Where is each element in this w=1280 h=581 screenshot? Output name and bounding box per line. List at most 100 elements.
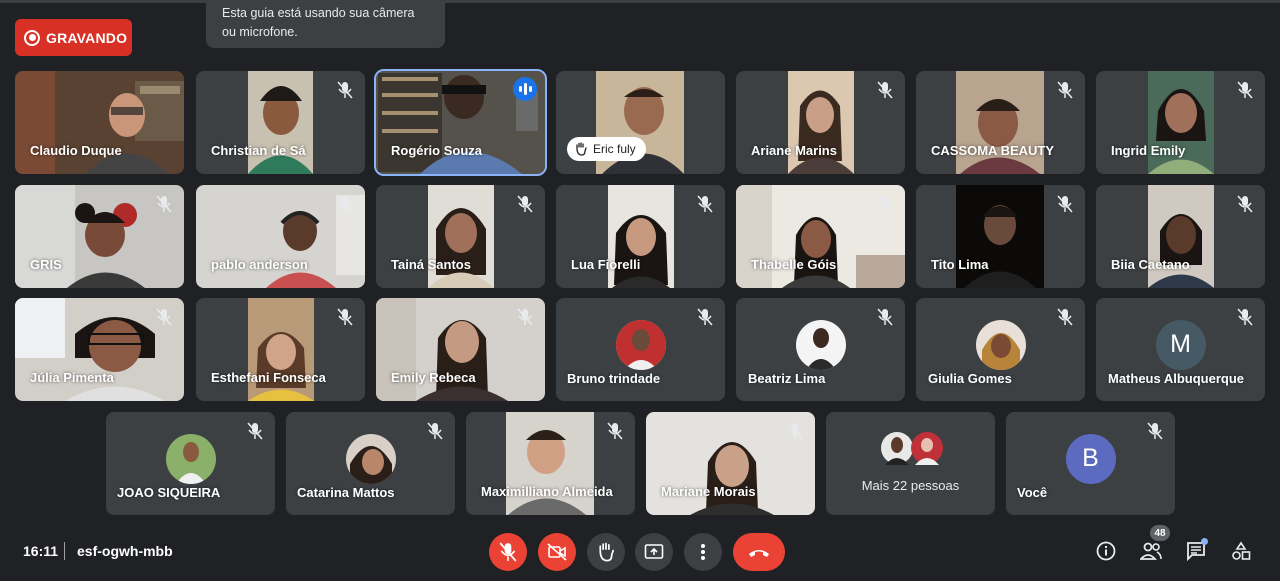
camera-off-icon: [547, 543, 567, 561]
mic-off-icon: [1057, 81, 1073, 99]
mic-off-icon: [607, 422, 623, 440]
participant-name: Beatriz Lima: [748, 371, 826, 386]
present-now-button[interactable]: [635, 533, 673, 571]
recording-indicator[interactable]: GRAVANDO: [15, 19, 132, 56]
participant-tile[interactable]: Emily Rebeca: [376, 298, 545, 401]
participant-tile[interactable]: Christian de Sá: [196, 71, 365, 174]
camera-in-use-toast: Esta guia está usando sua câmera ou micr…: [206, 0, 445, 48]
mic-off-icon: [697, 195, 713, 213]
participant-tile[interactable]: Maximilliano Almeida: [466, 412, 635, 515]
participant-tile[interactable]: Beatriz Lima: [736, 298, 905, 401]
mic-off-icon: [156, 308, 172, 326]
leave-call-button[interactable]: [733, 533, 785, 571]
mic-off-icon: [877, 81, 893, 99]
participant-tile[interactable]: Ingrid Emily: [1096, 71, 1265, 174]
show-everyone-button[interactable]: [1139, 539, 1163, 563]
participant-name: Giulia Gomes: [928, 371, 1012, 386]
video-feed: [1148, 185, 1214, 288]
participant-tile[interactable]: JOAO SIQUEIRA: [106, 412, 275, 515]
mic-off-icon: [499, 542, 517, 562]
participant-tile[interactable]: pablo anderson: [196, 185, 365, 288]
participant-tile-self[interactable]: B Você: [1006, 412, 1175, 515]
participant-tile[interactable]: Biia Caetano: [1096, 185, 1265, 288]
participants-count-badge: 48: [1150, 525, 1170, 541]
divider: [64, 542, 65, 560]
more-options-icon: [701, 544, 705, 560]
mic-off-icon: [877, 308, 893, 326]
participant-tile[interactable]: Catarina Mattos: [286, 412, 455, 515]
more-participants-tile[interactable]: Mais 22 pessoas: [826, 412, 995, 515]
video-feed: [248, 298, 314, 401]
participant-tile[interactable]: Giulia Gomes: [916, 298, 1085, 401]
mic-off-icon: [517, 308, 533, 326]
raised-hand-chip: Eric fuly: [567, 137, 646, 161]
participant-tile[interactable]: M Matheus Albuquerque: [1096, 298, 1265, 401]
participant-name: Christian de Sá: [211, 143, 306, 158]
participant-tile[interactable]: Bruno trindade: [556, 298, 725, 401]
participant-tile[interactable]: Claudio Duque: [15, 71, 184, 174]
video-feed: [956, 71, 1044, 174]
mic-off-icon: [337, 195, 353, 213]
participant-tile[interactable]: Rogério Souza: [374, 69, 547, 176]
mic-off-icon: [1237, 308, 1253, 326]
participant-name: pablo anderson: [211, 257, 308, 272]
bottom-toolbar: 16:11 esf-ogwh-mbb 48: [0, 521, 1280, 581]
toggle-camera-button[interactable]: [538, 533, 576, 571]
participant-tile[interactable]: Eric fuly: [556, 71, 725, 174]
participant-name: Lua Fiorelli: [571, 257, 641, 272]
avatar: [975, 319, 1026, 370]
participant-tile[interactable]: Júlia Pimenta: [15, 298, 184, 401]
avatar: [795, 319, 846, 370]
mic-off-icon: [877, 195, 893, 213]
mic-off-icon: [1147, 422, 1163, 440]
raise-hand-button[interactable]: [587, 533, 625, 571]
meeting-details-button[interactable]: [1094, 539, 1118, 563]
avatar: [165, 433, 216, 484]
mic-off-icon: [1237, 81, 1253, 99]
participant-tile[interactable]: Tainá Santos: [376, 185, 545, 288]
mic-off-icon: [247, 422, 263, 440]
participant-name: Thabelle Góis: [751, 257, 837, 272]
speaking-indicator-icon: [513, 77, 537, 101]
mic-off-icon: [1057, 308, 1073, 326]
participant-name: Biia Caetano: [1111, 257, 1190, 272]
participant-tile[interactable]: CASSOMA BEAUTY: [916, 71, 1085, 174]
participant-tile[interactable]: Thabelle Góis: [736, 185, 905, 288]
participant-name: Tainá Santos: [391, 257, 471, 272]
recording-label: GRAVANDO: [46, 29, 128, 46]
participant-tile[interactable]: Lua Fiorelli: [556, 185, 725, 288]
raise-hand-icon: [599, 542, 614, 562]
more-participants-avatars: [881, 432, 943, 465]
participant-name: Maximilliano Almeida: [481, 484, 613, 499]
more-options-button[interactable]: [684, 533, 722, 571]
people-icon: [1140, 542, 1162, 560]
video-feed: [956, 185, 1044, 288]
unread-indicator: [1201, 538, 1208, 545]
participant-tile[interactable]: Ariane Marins: [736, 71, 905, 174]
participant-name: Ariane Marins: [751, 143, 837, 158]
video-feed: [506, 412, 594, 515]
video-feed: [788, 71, 854, 174]
mic-off-icon: [787, 422, 803, 440]
meeting-code: esf-ogwh-mbb: [77, 543, 173, 559]
activities-button[interactable]: [1229, 539, 1253, 563]
participant-name: CASSOMA BEAUTY: [931, 143, 1055, 158]
mic-off-icon: [156, 195, 172, 213]
more-participants-label: Mais 22 pessoas: [861, 478, 960, 493]
toggle-microphone-button[interactable]: [489, 533, 527, 571]
video-feed: [1148, 71, 1214, 174]
participant-tile[interactable]: GRIS: [15, 185, 184, 288]
participant-name: Bruno trindade: [567, 371, 661, 386]
participant-name: Esthefani Fonseca: [211, 370, 326, 385]
participant-tile[interactable]: Esthefani Fonseca: [196, 298, 365, 401]
activities-icon: [1232, 541, 1251, 560]
participant-tile[interactable]: Tito Lima: [916, 185, 1085, 288]
participant-name: JOAO SIQUEIRA: [117, 485, 221, 500]
video-feed: [248, 71, 313, 174]
participant-name: Tito Lima: [931, 257, 989, 272]
leave-call-icon: [749, 550, 769, 557]
mic-off-icon: [337, 81, 353, 99]
avatar: B: [1065, 433, 1116, 484]
participant-name: Catarina Mattos: [297, 485, 395, 500]
participant-tile[interactable]: Mariane Morais: [646, 412, 815, 515]
